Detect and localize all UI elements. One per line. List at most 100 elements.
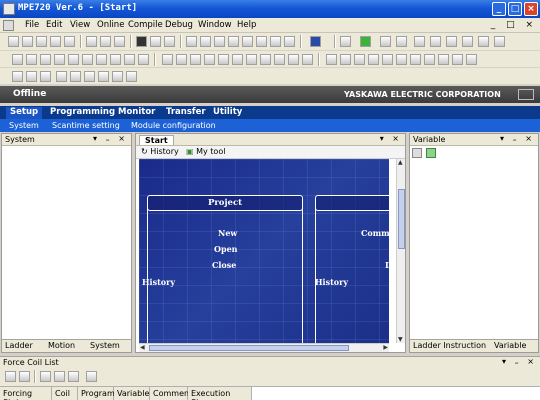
mdi-window-buttons[interactable]: _ □ × xyxy=(491,20,537,30)
and-icon[interactable] xyxy=(288,54,299,65)
tab-setup[interactable]: Setup xyxy=(6,107,43,119)
scroll-left-icon[interactable]: ◀ xyxy=(140,344,145,351)
tab-monitor[interactable]: Monitor xyxy=(118,107,155,117)
col-comment[interactable]: Comment xyxy=(150,387,192,400)
delete-row-icon[interactable] xyxy=(98,71,109,82)
minimize-button[interactable]: _ xyxy=(492,2,506,16)
mod-icon[interactable] xyxy=(218,54,229,65)
menu-file[interactable]: File xyxy=(25,20,39,30)
line-v-icon[interactable] xyxy=(26,71,37,82)
tab-variable[interactable]: Variable xyxy=(494,341,526,350)
my-tool-button[interactable]: ▣ My tool xyxy=(186,147,225,156)
reset-coil-icon[interactable] xyxy=(96,54,107,65)
document-icon[interactable] xyxy=(3,20,14,31)
replace-icon[interactable] xyxy=(200,36,211,47)
tab-ladder[interactable]: Ladder xyxy=(5,341,33,350)
stop-icon[interactable] xyxy=(396,36,407,47)
tab-utility[interactable]: Utility xyxy=(213,107,242,117)
horizontal-scrollbar[interactable]: ◀ ▶ xyxy=(139,343,389,352)
step-out-icon[interactable] xyxy=(446,36,457,47)
new-project-link[interactable]: New xyxy=(218,228,237,238)
history-link[interactable]: History xyxy=(142,277,175,287)
step-over-icon[interactable] xyxy=(430,36,441,47)
add-icon[interactable] xyxy=(162,54,173,65)
save-icon[interactable] xyxy=(36,36,47,47)
vertical-scrollbar[interactable]: ▲ ▼ xyxy=(396,159,405,343)
bit-icon[interactable] xyxy=(452,54,463,65)
close-button[interactable]: × xyxy=(524,2,538,16)
compare-lt-icon[interactable] xyxy=(326,54,337,65)
line-h-icon[interactable] xyxy=(12,71,23,82)
connection-icon[interactable] xyxy=(518,89,534,100)
menu-edit[interactable]: Edit xyxy=(46,20,62,30)
online-icon[interactable] xyxy=(360,36,371,47)
find-icon[interactable] xyxy=(186,36,197,47)
tab-programming[interactable]: Programming xyxy=(50,107,115,117)
insert-row-icon[interactable] xyxy=(84,71,95,82)
monitor-icon[interactable] xyxy=(310,36,321,47)
subtab-scantime[interactable]: Scantime setting xyxy=(52,121,120,130)
timer-icon[interactable] xyxy=(110,54,121,65)
scroll-down-icon[interactable]: ▼ xyxy=(398,336,403,343)
scroll-right-icon[interactable]: ▶ xyxy=(383,344,388,351)
subtab-module-config[interactable]: Module configuration xyxy=(131,121,216,130)
bookmark-icon[interactable] xyxy=(270,36,281,47)
falling-edge-icon[interactable] xyxy=(54,54,65,65)
variable-list-icon[interactable] xyxy=(412,148,422,158)
compare-eq-icon[interactable] xyxy=(354,54,365,65)
subtab-system[interactable]: System xyxy=(9,121,39,130)
close-project-link[interactable]: Close xyxy=(212,260,236,270)
comment-icon[interactable] xyxy=(112,71,123,82)
force-coil-buttons[interactable]: ▾ ₌ × xyxy=(502,357,537,366)
menu-debug[interactable]: Debug xyxy=(165,20,193,30)
communication-link[interactable]: Communi xyxy=(361,228,389,238)
open-project-link[interactable]: Open xyxy=(214,244,237,254)
set-coil-icon[interactable] xyxy=(82,54,93,65)
force-delete-icon[interactable] xyxy=(19,371,30,382)
col-forcing-state[interactable]: Forcing State xyxy=(0,387,52,400)
cross-ref-icon[interactable] xyxy=(228,36,239,47)
jump-icon[interactable] xyxy=(214,36,225,47)
cut-icon[interactable] xyxy=(86,36,97,47)
copy-icon[interactable] xyxy=(100,36,111,47)
maximize-button[interactable]: □ xyxy=(508,2,522,16)
clear-break-icon[interactable] xyxy=(478,36,489,47)
mul-icon[interactable] xyxy=(190,54,201,65)
start-panel-buttons[interactable]: ▾ × xyxy=(380,134,402,143)
tab-ladder-instruction[interactable]: Ladder Instruction xyxy=(413,341,486,350)
force-off-icon[interactable] xyxy=(54,371,65,382)
sub-icon[interactable] xyxy=(176,54,187,65)
paste-icon[interactable] xyxy=(114,36,125,47)
menu-window[interactable]: Window xyxy=(198,20,232,30)
move-icon[interactable] xyxy=(138,54,149,65)
neg-icon[interactable] xyxy=(260,54,271,65)
label-icon[interactable] xyxy=(126,71,137,82)
shift-right-icon[interactable] xyxy=(424,54,435,65)
scroll-up-icon[interactable]: ▲ xyxy=(398,159,403,166)
pointer-icon[interactable] xyxy=(136,36,147,47)
counter-icon[interactable] xyxy=(124,54,135,65)
dec-icon[interactable] xyxy=(246,54,257,65)
menu-help[interactable]: Help xyxy=(237,20,256,30)
tab-start[interactable]: Start xyxy=(139,135,174,145)
col-coil[interactable]: Coil xyxy=(52,387,78,400)
zoom-in-icon[interactable] xyxy=(242,36,253,47)
tab-transfer[interactable]: Transfer xyxy=(166,107,206,117)
cross-icon[interactable] xyxy=(56,71,67,82)
system-panel-buttons[interactable]: ▾ ₌ × xyxy=(93,134,128,143)
col-program[interactable]: Program xyxy=(78,387,115,400)
app-icon[interactable] xyxy=(3,3,15,15)
col-execution-step[interactable]: Execution Step xyxy=(188,387,252,400)
force-on-icon[interactable] xyxy=(40,371,51,382)
rising-edge-icon[interactable] xyxy=(40,54,51,65)
contact-nc-icon[interactable] xyxy=(26,54,37,65)
undo-icon[interactable] xyxy=(150,36,161,47)
delete-line-icon[interactable] xyxy=(40,71,51,82)
word-icon[interactable] xyxy=(466,54,477,65)
shift-left-icon[interactable] xyxy=(410,54,421,65)
rotate-icon[interactable] xyxy=(438,54,449,65)
preview-icon[interactable] xyxy=(64,36,75,47)
or-icon[interactable] xyxy=(302,54,313,65)
variable-add-icon[interactable] xyxy=(426,148,436,158)
force-release-icon[interactable] xyxy=(68,371,79,382)
